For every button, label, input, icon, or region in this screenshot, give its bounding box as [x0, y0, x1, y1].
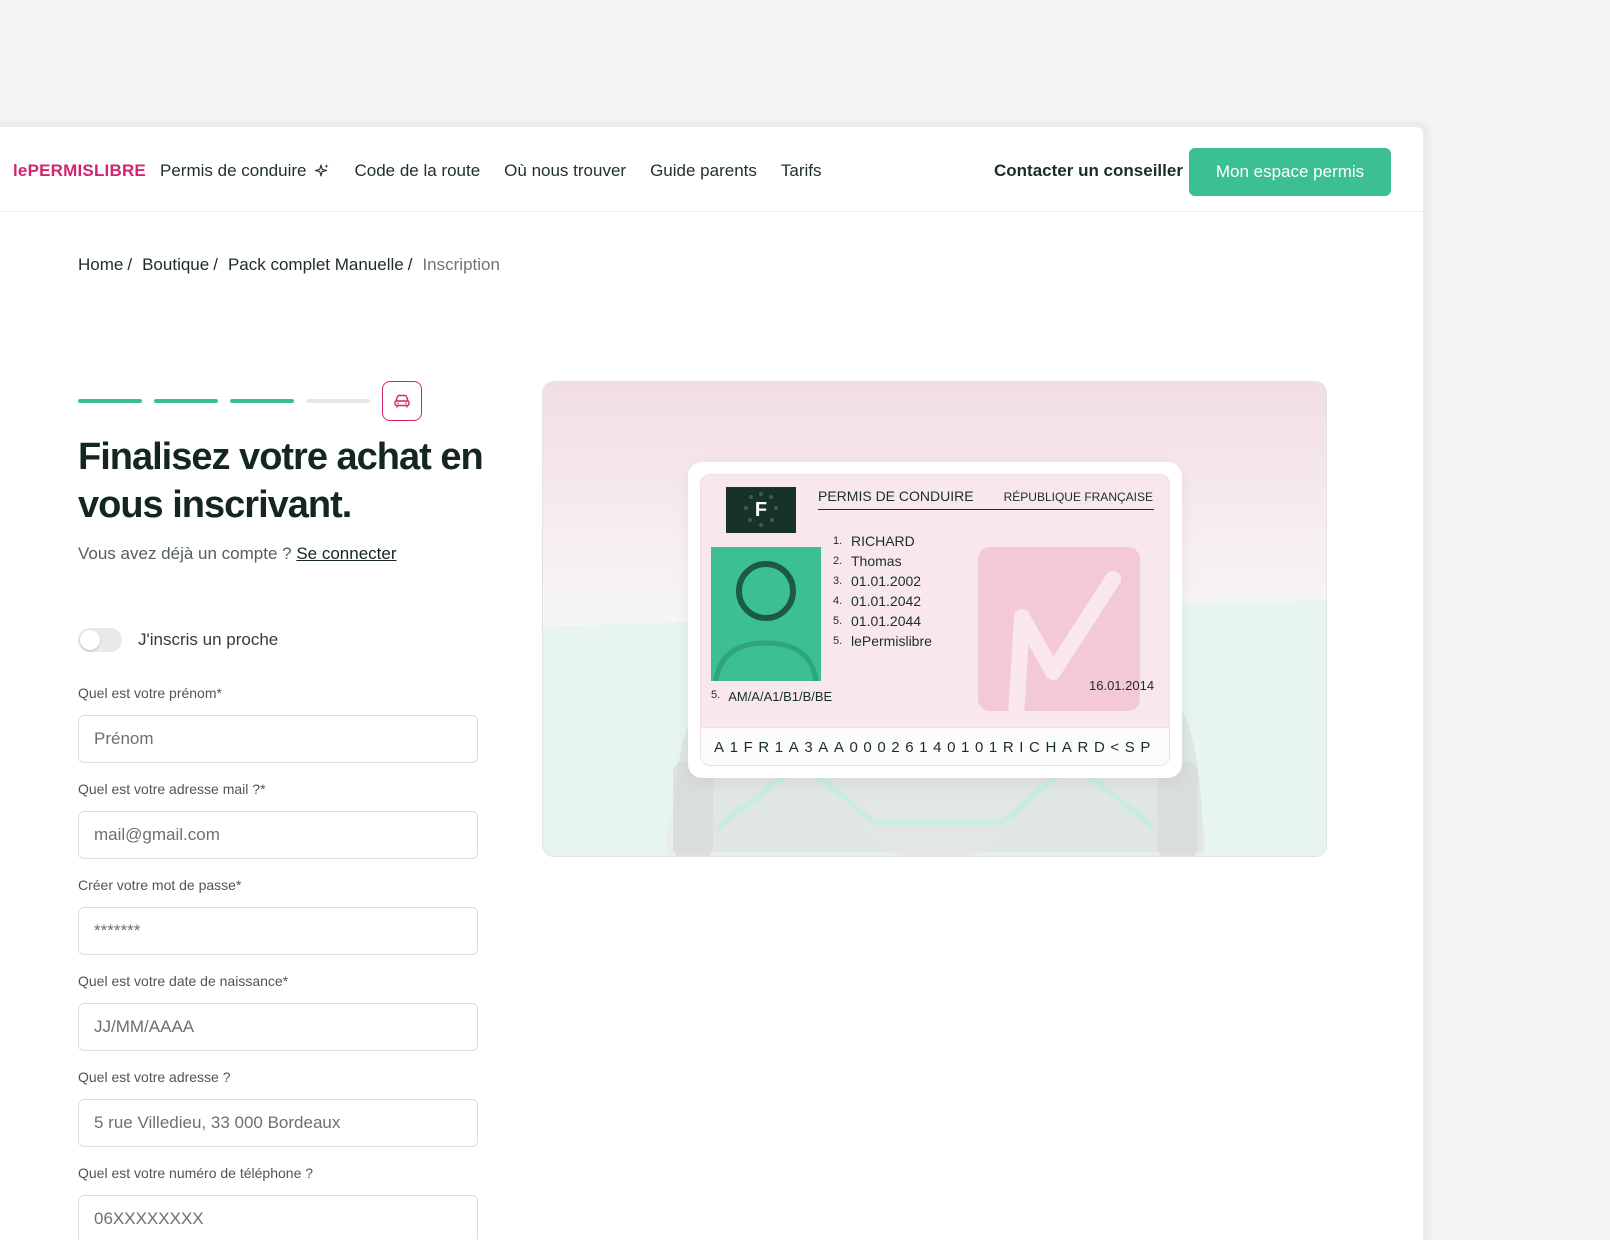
password-label: Créer votre mot de passe*: [78, 877, 242, 893]
breadcrumb-separator: /: [407, 255, 413, 274]
license-card: F PERMIS DE CONDUIRE RÉPUBLIQUE FRANÇAIS…: [700, 474, 1170, 766]
nav-link-code[interactable]: Code de la route: [354, 161, 480, 181]
nav-link-tarifs[interactable]: Tarifs: [781, 161, 822, 181]
license-field-value: 01.01.2002: [851, 573, 922, 589]
progress-step-1: [78, 399, 142, 403]
nav-link-permis[interactable]: Permis de conduire: [160, 161, 330, 181]
nav-link-permis-label: Permis de conduire: [160, 161, 307, 180]
logo[interactable]: lePERMISLIBRE: [13, 161, 146, 181]
license-field-value: RICHARD: [851, 533, 915, 549]
field-password: Créer votre mot de passe* *******: [78, 877, 478, 955]
login-prompt: Vous avez déjà un compte ? Se connecter: [78, 544, 397, 564]
license-categories: 5. AM/A/A1/B1/B/BE: [711, 689, 832, 704]
progress-step-2: [154, 399, 218, 403]
license-issue-date: 16.01.2014: [1089, 678, 1155, 693]
nav-links: Permis de conduire Code de la route Où n…: [160, 161, 822, 181]
email-input[interactable]: mail@gmail.com: [78, 811, 478, 859]
license-field-row: 4. 01.01.2042: [833, 591, 932, 611]
license-field-value: 01.01.2042: [851, 593, 922, 609]
license-field-value: 01.01.2044: [851, 613, 922, 629]
license-field-value: Thomas: [851, 553, 902, 569]
proche-toggle-label: J'inscris un proche: [138, 630, 279, 649]
breadcrumb-home[interactable]: Home: [78, 255, 123, 275]
firstname-input[interactable]: Prénom: [78, 715, 478, 763]
eu-flag-icon: F: [726, 487, 796, 533]
breadcrumb-separator: /: [213, 255, 218, 274]
navbar: lePERMISLIBRE Permis de conduire Code de…: [0, 127, 1423, 212]
breadcrumb-current: Inscription: [422, 255, 500, 274]
phone-input[interactable]: 06XXXXXXXX: [78, 1195, 478, 1240]
license-field-value: lePermislibre: [851, 633, 932, 649]
nav-link-guide[interactable]: Guide parents: [650, 161, 757, 181]
login-link[interactable]: Se connecter: [296, 544, 396, 563]
license-card-frame: F PERMIS DE CONDUIRE RÉPUBLIQUE FRANÇAIS…: [688, 462, 1182, 778]
browser-window: lePERMISLIBRE Permis de conduire Code de…: [0, 122, 1428, 1240]
license-field-num: 5.: [833, 635, 843, 647]
field-email: Quel est votre adresse mail ?* mail@gmai…: [78, 781, 478, 859]
sparkle-icon: [315, 164, 330, 177]
birthdate-label: Quel est votre date de naissance*: [78, 973, 289, 989]
field-phone: Quel est votre numéro de téléphone ? 06X…: [78, 1165, 478, 1240]
license-field-num: 3.: [833, 575, 843, 587]
field-firstname: Quel est votre prénom* Prénom: [78, 685, 478, 763]
address-label: Quel est votre adresse ?: [78, 1069, 231, 1085]
toggle-knob: [80, 630, 100, 650]
license-field-num: 2.: [833, 555, 843, 567]
license-illustration: F PERMIS DE CONDUIRE RÉPUBLIQUE FRANÇAIS…: [542, 381, 1327, 857]
license-fields: 1. RICHARD 2. Thomas 3. 01.01.2002 4. 01…: [833, 531, 932, 651]
login-prompt-text: Vous avez déjà un compte ?: [78, 544, 292, 563]
license-categories-num: 5.: [711, 689, 721, 701]
license-field-num: 4.: [833, 595, 843, 607]
license-mrz: A1FR1A3AA00026140101RICHARD<SP: [701, 727, 1169, 765]
birthdate-input[interactable]: JJ/MM/AAAA: [78, 1003, 478, 1051]
license-field-row: 1. RICHARD: [833, 531, 932, 551]
proche-toggle[interactable]: [78, 628, 122, 652]
progress-step-3: [230, 399, 294, 403]
progress-final-step: [382, 381, 422, 421]
firstname-label: Quel est votre prénom*: [78, 685, 222, 701]
license-field-num: 5.: [833, 615, 843, 627]
license-field-row: 2. Thomas: [833, 551, 932, 571]
license-field-row: 3. 01.01.2002: [833, 571, 932, 591]
nav-link-trouver[interactable]: Où nous trouver: [504, 161, 626, 181]
address-input[interactable]: 5 rue Villedieu, 33 000 Bordeaux: [78, 1099, 478, 1147]
progress-step-4: [306, 399, 370, 403]
car-icon: [394, 394, 410, 408]
password-input[interactable]: *******: [78, 907, 478, 955]
flag-letter: F: [754, 498, 768, 521]
license-title: PERMIS DE CONDUIRE: [818, 488, 974, 504]
license-field-row: 5. lePermislibre: [833, 631, 932, 651]
espace-permis-button[interactable]: Mon espace permis: [1189, 148, 1391, 196]
page-title: Finalisez votre achat en vous inscrivant…: [78, 436, 484, 526]
proche-toggle-row: J'inscris un proche: [78, 628, 278, 652]
phone-label: Quel est votre numéro de téléphone ?: [78, 1165, 314, 1181]
email-label: Quel est votre adresse mail ?*: [78, 781, 266, 797]
breadcrumb: Home / Boutique / Pack complet Manuelle …: [78, 255, 500, 275]
license-title-rule: [818, 509, 1154, 510]
field-birthdate: Quel est votre date de naissance* JJ/MM/…: [78, 973, 478, 1051]
progress-steps: [78, 381, 422, 421]
license-field-num: 1.: [833, 535, 843, 547]
breadcrumb-pack[interactable]: Pack complet Manuelle: [228, 255, 404, 275]
license-field-row: 5. 01.01.2044: [833, 611, 932, 631]
field-address: Quel est votre adresse ? 5 rue Villedieu…: [78, 1069, 478, 1147]
breadcrumb-boutique[interactable]: Boutique: [142, 255, 209, 275]
contact-advisor-link[interactable]: Contacter un conseiller: [994, 161, 1183, 181]
breadcrumb-separator: /: [127, 255, 133, 274]
license-photo: [711, 547, 821, 681]
license-categories-value: AM/A/A1/B1/B/BE: [728, 689, 833, 704]
license-country: RÉPUBLIQUE FRANÇAISE: [1003, 490, 1153, 504]
